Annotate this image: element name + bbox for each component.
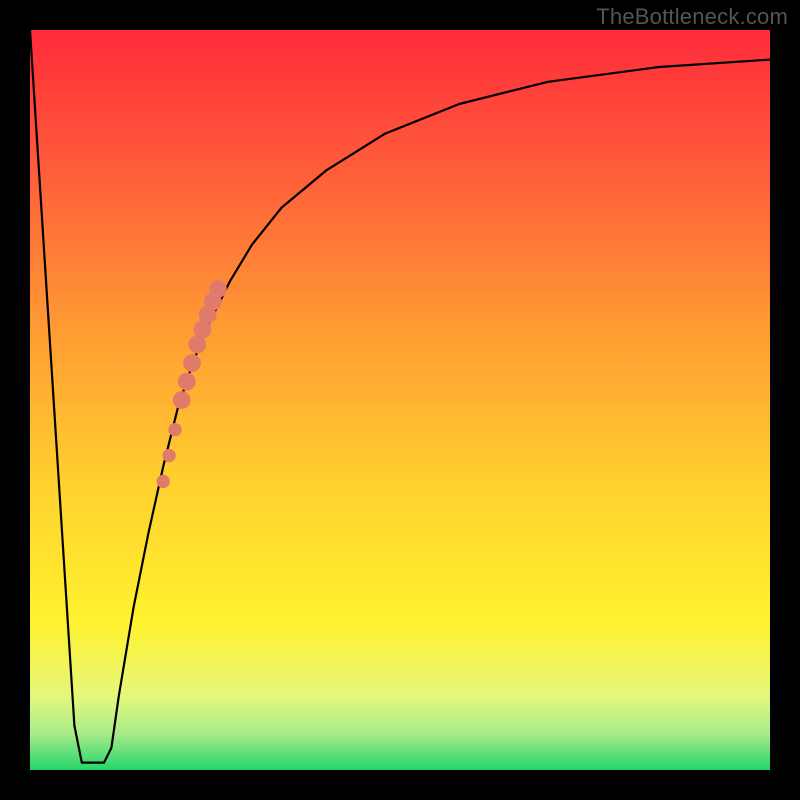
highlight-point xyxy=(173,391,191,409)
plot-area xyxy=(30,30,770,770)
chart-root: TheBottleneck.com xyxy=(0,0,800,800)
highlight-point xyxy=(183,354,201,372)
highlight-point xyxy=(168,423,181,436)
highlight-point xyxy=(178,373,196,391)
highlight-point xyxy=(209,280,227,298)
highlight-point xyxy=(162,449,175,462)
gradient-background xyxy=(30,30,770,770)
highlight-point xyxy=(157,475,170,488)
plot-svg xyxy=(30,30,770,770)
credit-label: TheBottleneck.com xyxy=(596,4,788,30)
